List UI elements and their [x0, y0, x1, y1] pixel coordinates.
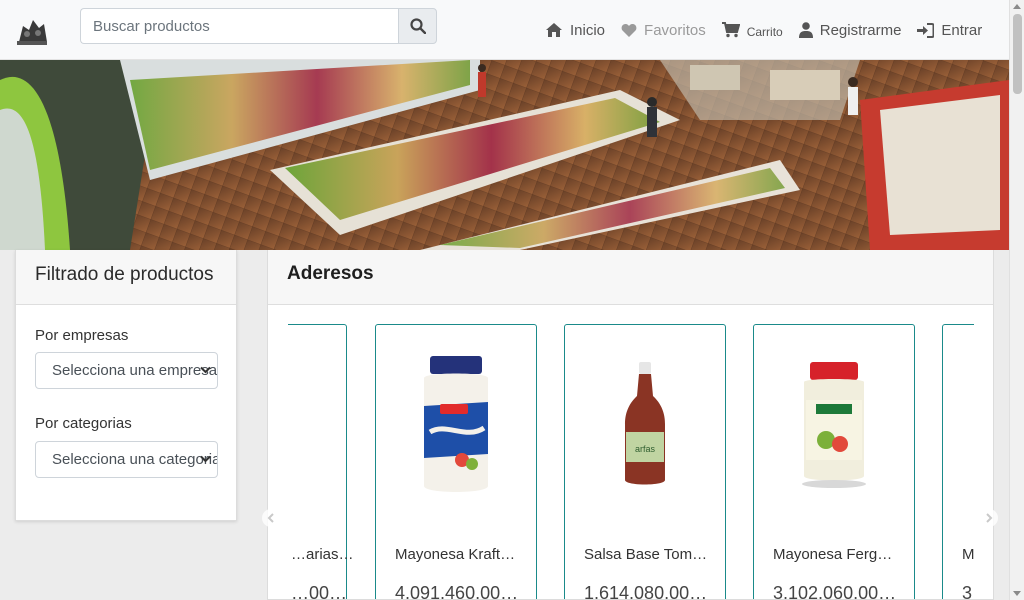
mayonnaise-jar-image	[424, 356, 488, 492]
product-image	[376, 325, 536, 525]
nav-registrarme[interactable]: Registrarme	[798, 21, 902, 39]
product-price: 4,091,460.00…	[395, 583, 519, 600]
chevron-down-icon	[200, 455, 211, 463]
heart-icon	[621, 23, 637, 37]
scroll-thumb[interactable]	[1013, 14, 1022, 94]
page-scrollbar[interactable]	[1009, 0, 1024, 600]
nav-inicio[interactable]: Inicio	[545, 22, 605, 39]
search-icon	[409, 18, 426, 34]
products-section: Aderesos …arias… …00… Mayonesa Kraft … 4…	[267, 250, 994, 600]
mayonnaise-jar-image	[802, 362, 866, 488]
chevron-left-icon	[267, 513, 274, 523]
product-name: Mayonesa Kraft …	[395, 546, 519, 563]
product-name: M…	[962, 546, 974, 563]
product-image: arfas	[565, 325, 725, 525]
product-price: 3…	[962, 583, 974, 600]
nav-carrito-label: Carrito	[746, 24, 783, 39]
scroll-up-arrow[interactable]	[1013, 4, 1021, 9]
search-bar	[80, 8, 437, 44]
categories-select[interactable]: Selecciona una categoria	[35, 441, 218, 478]
product-card[interactable]: Mayonesa Ferg… 3,102,060.00…	[753, 324, 915, 600]
companies-select[interactable]: Selecciona una empresa	[35, 352, 218, 389]
carousel-next-button[interactable]	[980, 509, 998, 527]
product-name: Salsa Base Tom…	[584, 546, 708, 563]
search-button[interactable]	[398, 8, 437, 44]
product-price: 1,614,080.00…	[584, 583, 708, 600]
product-name: Mayonesa Ferg…	[773, 546, 893, 563]
carousel-prev-button[interactable]	[262, 509, 280, 527]
scroll-down-arrow[interactable]	[1013, 591, 1021, 596]
navbar: Inicio Favoritos Carrito Registrarme	[0, 0, 1009, 60]
categories-label: Por categorias	[35, 415, 132, 432]
sign-in-icon	[917, 22, 935, 38]
product-image	[288, 325, 346, 525]
nav-carrito[interactable]: Carrito	[721, 22, 783, 39]
cart-icon	[721, 22, 740, 38]
product-card[interactable]: arfas Salsa Base Tom… 1,614,080.00…	[564, 324, 726, 600]
filter-title: Filtrado de productos	[16, 250, 236, 305]
search-input[interactable]	[80, 8, 398, 44]
companies-select-value: Selecciona una empresa	[52, 362, 218, 379]
product-image	[754, 325, 914, 525]
user-icon	[798, 22, 813, 38]
hero-banner	[0, 60, 1009, 250]
nav-entrar-label: Entrar	[941, 21, 983, 39]
categories-select-value: Selecciona una categoria	[52, 451, 218, 468]
chevron-down-icon	[200, 366, 211, 374]
nav-favoritos[interactable]: Favoritos	[621, 22, 706, 39]
home-icon	[546, 23, 562, 37]
product-card[interactable]: M… 3…	[942, 324, 974, 600]
product-card[interactable]: …arias… …00…	[288, 324, 354, 599]
nav-registrarme-label: Registrarme	[819, 21, 902, 39]
main-nav: Inicio Favoritos Carrito Registrarme Ent…	[529, 0, 982, 60]
nav-entrar[interactable]: Entrar	[917, 22, 982, 39]
hero-supermarket-image	[0, 60, 1009, 250]
filter-panel: Filtrado de productos Por empresas Selec…	[15, 250, 237, 521]
section-title: Aderesos	[268, 250, 993, 305]
product-image	[943, 325, 974, 525]
chevron-right-icon	[986, 513, 993, 523]
svg-text:arfas: arfas	[635, 444, 656, 454]
product-carousel: …arias… …00… Mayonesa Kraft … 4,091,460.…	[288, 324, 974, 600]
product-price: 3,102,060.00…	[773, 583, 897, 600]
sauce-bottle-image: arfas	[625, 362, 665, 485]
nav-favoritos-label: Favoritos	[644, 21, 706, 39]
product-card[interactable]: Mayonesa Kraft … 4,091,460.00…	[375, 324, 537, 600]
store-logo[interactable]	[13, 12, 51, 48]
companies-label: Por empresas	[35, 327, 129, 344]
nav-inicio-label: Inicio	[570, 21, 606, 39]
